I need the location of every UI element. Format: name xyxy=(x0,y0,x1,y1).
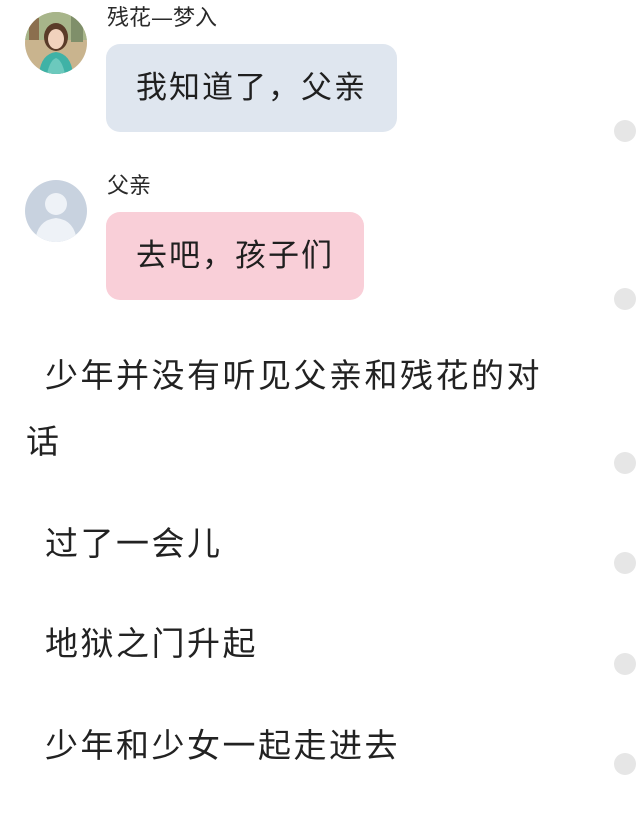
chat-bubble[interactable]: 我知道了，父亲 xyxy=(106,44,397,132)
narration-line: 少年并没有听见父亲和残花的对 xyxy=(45,356,542,395)
sender-name: 父亲 xyxy=(107,174,152,199)
narration-line: 话 xyxy=(26,422,62,461)
girl-portrait-icon xyxy=(25,12,87,74)
scroll-dot-icon xyxy=(614,653,636,675)
chat-bubble[interactable]: 去吧，孩子们 xyxy=(106,212,364,300)
avatar[interactable] xyxy=(25,12,87,74)
chat-story-page: 残花—梦入 我知道了，父亲 父亲 去吧，孩子们 少年并没有听见父亲和残花的对 话… xyxy=(0,0,640,833)
narration-line: 少年和少女一起走进去 xyxy=(45,726,400,765)
sender-name: 残花—梦入 xyxy=(107,6,218,31)
scroll-dot-icon xyxy=(614,452,636,474)
avatar[interactable] xyxy=(25,180,87,242)
scroll-dot-icon xyxy=(614,552,636,574)
narration-line: 地狱之门升起 xyxy=(45,624,258,663)
scroll-dot-icon xyxy=(614,288,636,310)
default-person-icon xyxy=(25,180,87,242)
narration-line: 过了一会儿 xyxy=(45,524,223,563)
scroll-dot-icon xyxy=(614,753,636,775)
scroll-dot-icon xyxy=(614,120,636,142)
